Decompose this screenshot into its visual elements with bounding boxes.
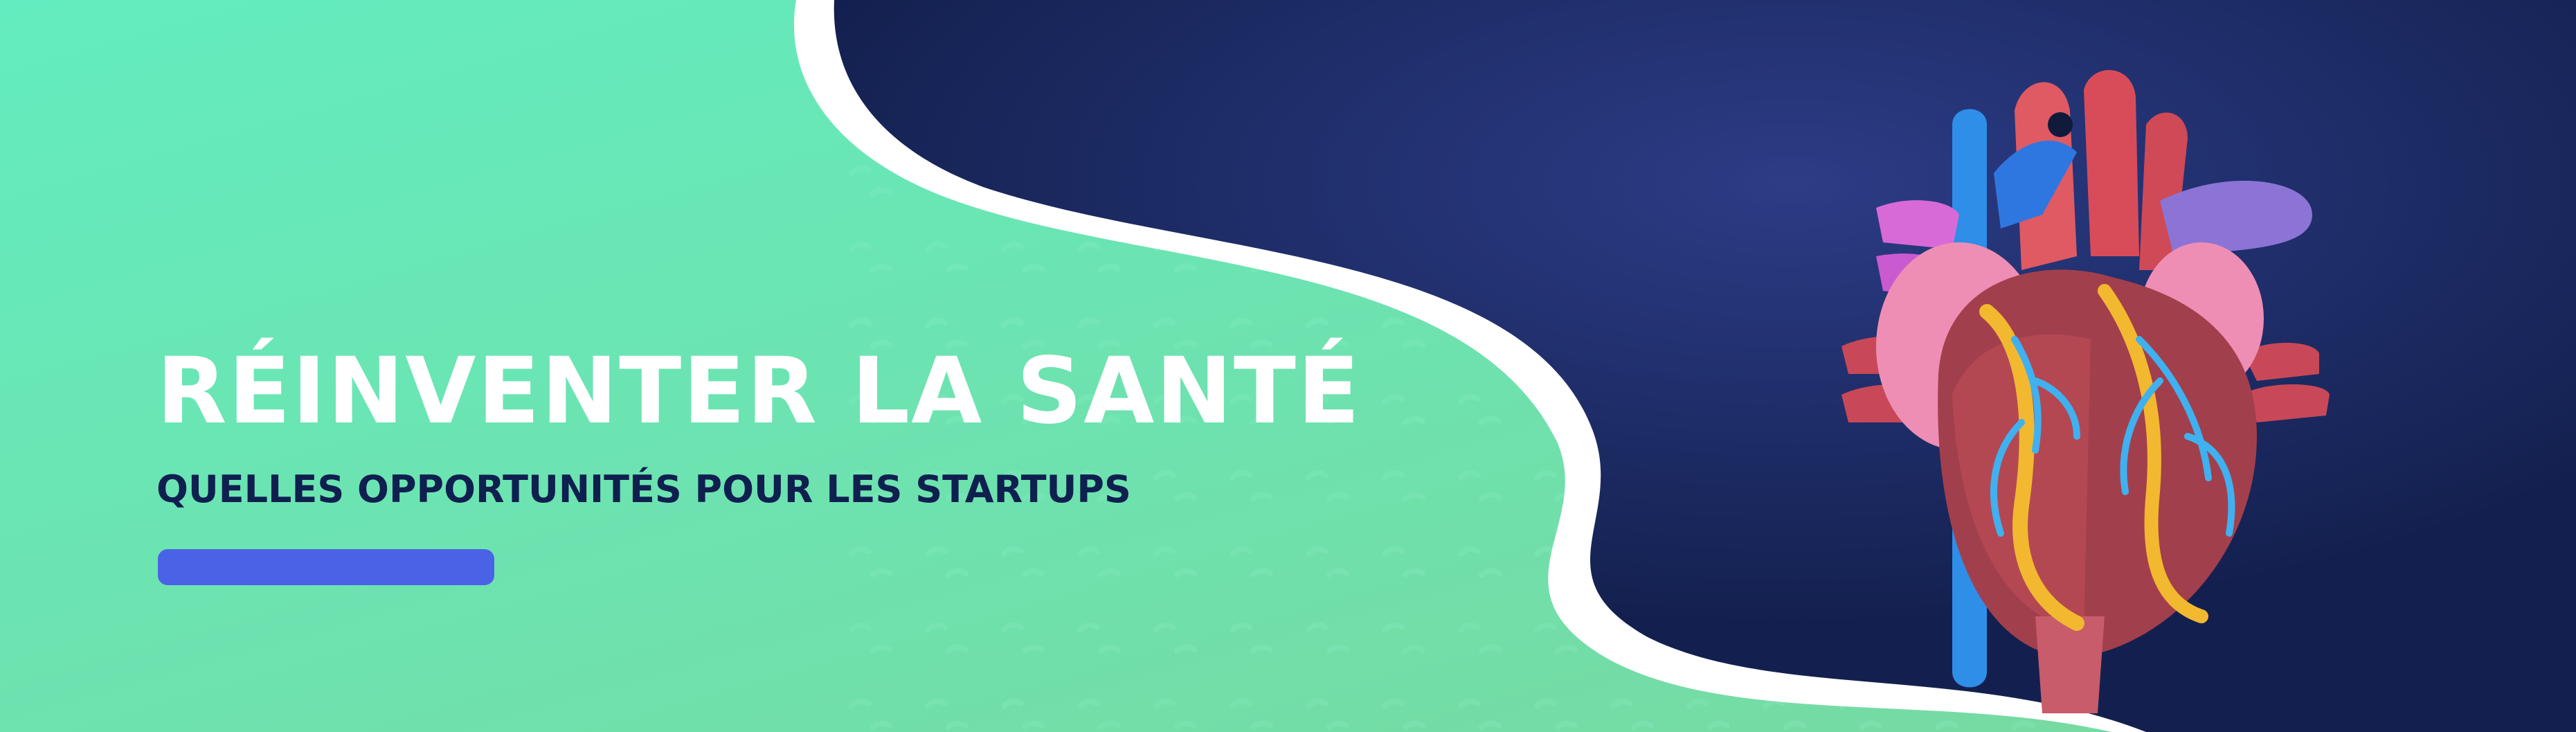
human-heart-icon: [1841, 70, 2330, 713]
pulmonary-vessel-left: [1876, 200, 1959, 249]
vessel-opening: [2048, 112, 2073, 137]
inferior-vessel: [2035, 616, 2105, 713]
aorta-branch: [2084, 70, 2139, 256]
vessel-right-2: [2243, 384, 2330, 422]
pulmonary-artery: [2160, 181, 2312, 256]
banner-subtitle: QUELLES OPPORTUNITÉS POUR LES STARTUPS: [156, 467, 1131, 511]
hero-banner: RÉINVENTER LA SANTÉ QUELLES OPPORTUNITÉS…: [0, 0, 2576, 732]
accent-bar: [158, 549, 494, 585]
banner-title: RÉINVENTER LA SANTÉ: [156, 338, 1362, 445]
